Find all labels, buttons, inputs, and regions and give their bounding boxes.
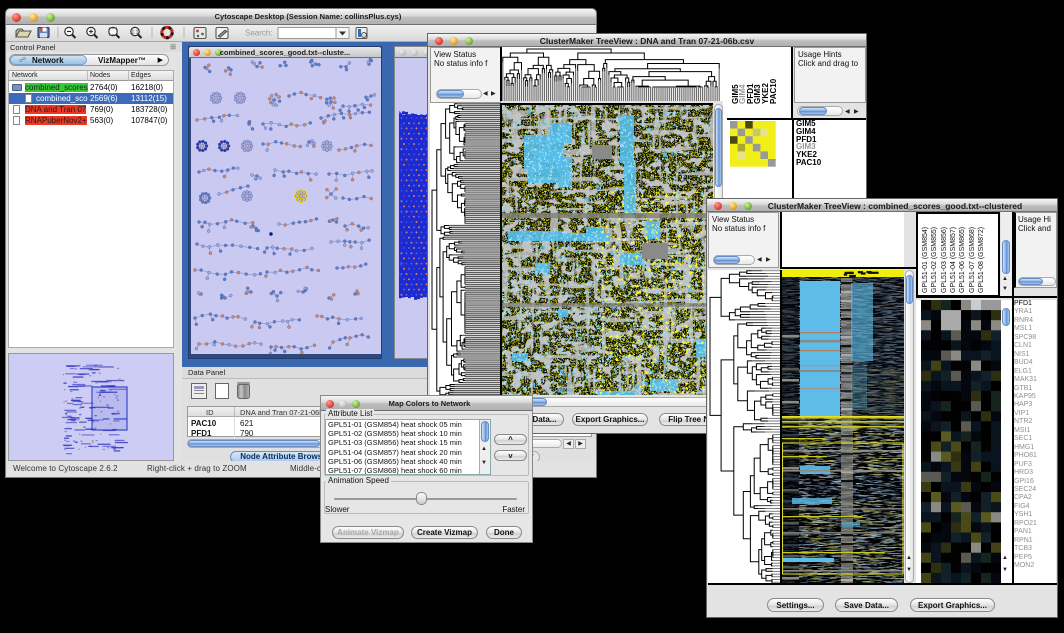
svg-text:Search:: Search: [245, 29, 273, 38]
svg-text:1:1: 1:1 [132, 30, 139, 36]
